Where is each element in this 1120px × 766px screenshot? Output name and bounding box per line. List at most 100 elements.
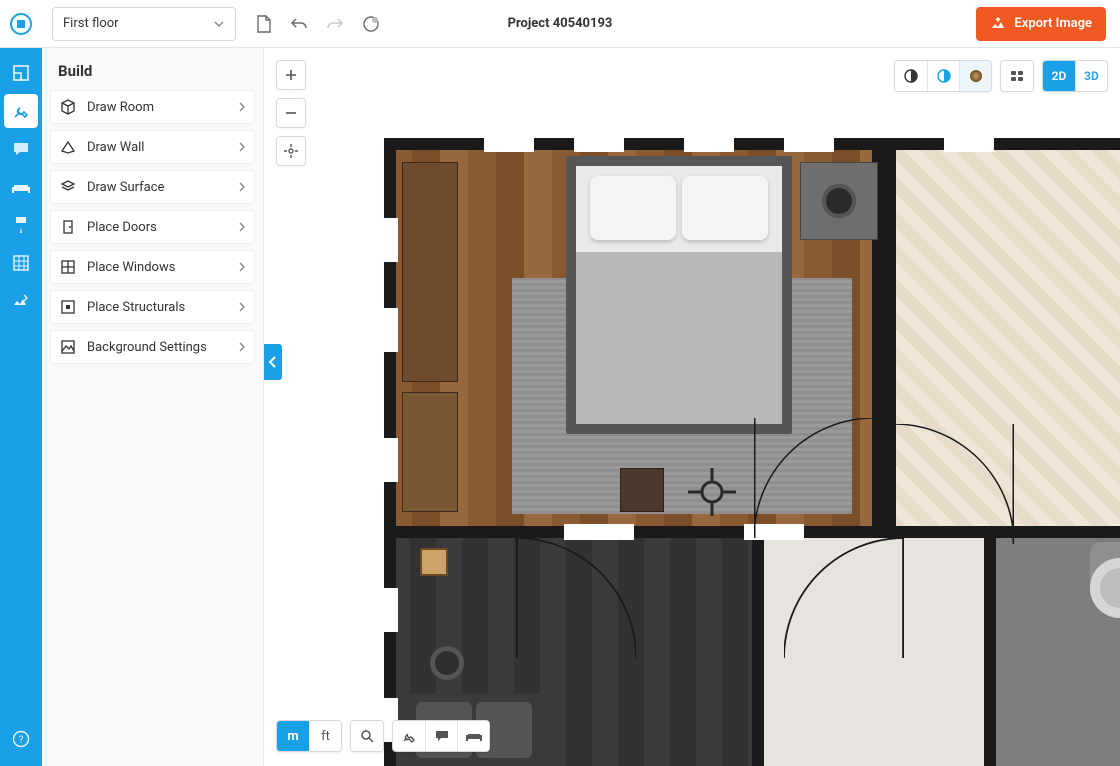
- unit-m-button[interactable]: m: [277, 721, 309, 751]
- furniture-spotlight[interactable]: [430, 646, 464, 680]
- place-structurals-item[interactable]: Place Structurals: [50, 290, 255, 324]
- tools-button[interactable]: [393, 721, 425, 751]
- window-notch: [684, 136, 734, 152]
- project-title: Project 40540193: [508, 16, 613, 31]
- panel-item-label: Draw Room: [87, 100, 228, 115]
- rail-furniture-icon[interactable]: [4, 170, 38, 204]
- furniture-wardrobe[interactable]: [402, 162, 458, 382]
- zoom-controls: [276, 60, 306, 166]
- rail-build-icon[interactable]: [4, 94, 38, 128]
- panel-item-label: Place Doors: [87, 220, 228, 235]
- door-icon: [59, 219, 77, 235]
- view-texture-button[interactable]: [959, 61, 991, 91]
- unit-ft-button[interactable]: ft: [309, 721, 341, 751]
- export-icon: [990, 16, 1006, 32]
- window-notch: [382, 218, 398, 262]
- panel-item-label: Draw Surface: [87, 180, 228, 195]
- search-group: [350, 720, 384, 752]
- draw-surface-item[interactable]: Draw Surface: [50, 170, 255, 204]
- rail-comment-icon[interactable]: [4, 132, 38, 166]
- left-rail: ?: [0, 48, 42, 766]
- window-notch: [382, 308, 398, 352]
- view-color-button[interactable]: [927, 61, 959, 91]
- window-notch: [574, 136, 624, 152]
- unit-toggle: m ft: [276, 720, 342, 752]
- recenter-button[interactable]: [276, 136, 306, 166]
- window-notch: [784, 136, 834, 152]
- background-icon: [59, 339, 77, 355]
- door-swing: [784, 538, 884, 638]
- rail-export-icon[interactable]: [4, 284, 38, 318]
- floor-dropdown-label: First floor: [63, 16, 119, 31]
- undo-icon[interactable]: [290, 17, 308, 31]
- top-toolbar: [256, 15, 380, 33]
- chevron-right-icon: [238, 342, 246, 352]
- wall-icon: [59, 139, 77, 155]
- rail-texture-icon[interactable]: [4, 246, 38, 280]
- place-windows-item[interactable]: Place Windows: [50, 250, 255, 284]
- redo-icon[interactable]: [326, 17, 344, 31]
- door-swing: [754, 418, 874, 538]
- furniture-button[interactable]: [457, 721, 489, 751]
- contrast-group: [894, 60, 992, 92]
- panel-title: Build: [42, 48, 263, 90]
- collapse-panel-button[interactable]: [264, 344, 282, 380]
- cube-icon: [59, 99, 77, 115]
- export-label: Export Image: [1014, 16, 1092, 31]
- search-button[interactable]: [351, 721, 383, 751]
- furniture-dresser[interactable]: [402, 392, 458, 512]
- chevron-right-icon: [238, 102, 246, 112]
- svg-text:?: ?: [19, 735, 24, 746]
- chevron-right-icon: [238, 142, 246, 152]
- draw-room-item[interactable]: Draw Room: [50, 90, 255, 124]
- furniture-artwork[interactable]: [420, 548, 448, 576]
- build-panel: Build Draw Room Draw Wall Draw Surface P…: [42, 48, 264, 766]
- layers-button[interactable]: [1001, 61, 1033, 91]
- rail-paint-icon[interactable]: [4, 208, 38, 242]
- structural-icon: [59, 299, 77, 315]
- window-notch: [382, 438, 398, 482]
- export-image-button[interactable]: Export Image: [976, 7, 1106, 41]
- door-swing: [516, 538, 616, 638]
- view-bw-button[interactable]: [895, 61, 927, 91]
- chevron-right-icon: [238, 222, 246, 232]
- history-icon[interactable]: [362, 15, 380, 33]
- panel-item-label: Place Structurals: [87, 300, 228, 315]
- quick-tools: [392, 720, 490, 752]
- top-bar: First floor Project 40540193 Export Imag…: [0, 0, 1120, 48]
- furniture-stool[interactable]: [620, 468, 664, 512]
- furniture-ceiling-fan[interactable]: [684, 464, 740, 520]
- panel-item-label: Draw Wall: [87, 140, 228, 155]
- lamp-icon: [822, 184, 856, 218]
- view-3d-button[interactable]: 3D: [1075, 61, 1107, 91]
- window-notch: [944, 136, 994, 152]
- app-logo[interactable]: [0, 0, 42, 48]
- furniture-nightstand[interactable]: [800, 162, 878, 240]
- window-icon: [59, 259, 77, 275]
- furniture-bed[interactable]: [566, 156, 792, 434]
- surface-icon: [59, 179, 77, 195]
- draw-wall-item[interactable]: Draw Wall: [50, 130, 255, 164]
- window-notch: [484, 136, 534, 152]
- chevron-right-icon: [238, 302, 246, 312]
- view-2d-button[interactable]: 2D: [1043, 61, 1075, 91]
- comment-button[interactable]: [425, 721, 457, 751]
- new-page-icon[interactable]: [256, 15, 272, 33]
- rail-floorplan-icon[interactable]: [4, 56, 38, 90]
- rail-help-icon[interactable]: ?: [4, 722, 38, 756]
- floorplan[interactable]: [384, 138, 1120, 766]
- panel-item-label: Place Windows: [87, 260, 228, 275]
- view-controls: 2D 3D: [894, 60, 1108, 92]
- zoom-in-button[interactable]: [276, 60, 306, 90]
- chevron-down-icon: [213, 18, 225, 30]
- window-notch: [382, 588, 398, 632]
- background-settings-item[interactable]: Background Settings: [50, 330, 255, 364]
- floorplan-canvas[interactable]: 2D 3D: [264, 48, 1120, 766]
- chevron-right-icon: [238, 262, 246, 272]
- zoom-out-button[interactable]: [276, 98, 306, 128]
- door-swing: [894, 424, 1014, 544]
- panel-list: Draw Room Draw Wall Draw Surface Place D…: [42, 90, 263, 364]
- floor-dropdown[interactable]: First floor: [52, 7, 236, 41]
- dimension-group: 2D 3D: [1042, 60, 1108, 92]
- place-doors-item[interactable]: Place Doors: [50, 210, 255, 244]
